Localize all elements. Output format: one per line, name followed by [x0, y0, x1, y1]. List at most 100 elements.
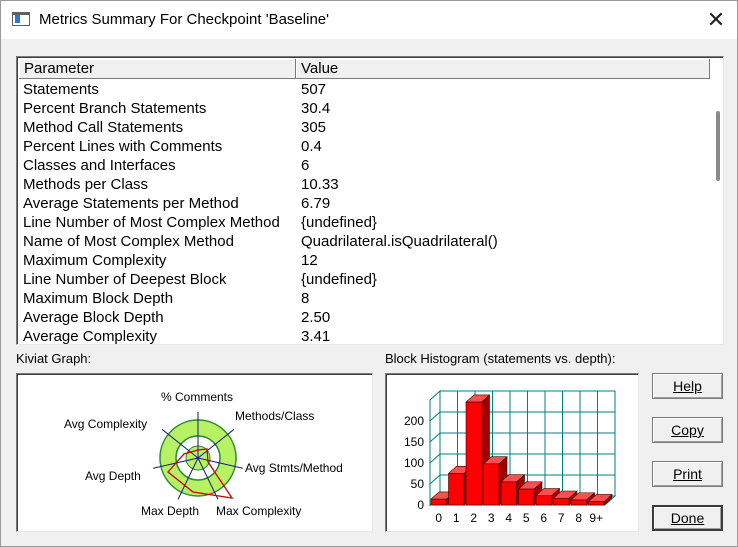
table-row[interactable]: Classes and Interfaces 6: [19, 156, 709, 175]
parameter-cell: Classes and Interfaces: [23, 157, 176, 174]
kiviat-axis-max-complexity: Max Complexity: [216, 504, 301, 518]
metrics-table[interactable]: Parameter Value Statements 507 Percent Bra…: [16, 56, 724, 345]
value-cell: 2.50: [301, 309, 331, 326]
histogram-xtick-label: 0: [435, 511, 442, 525]
histogram-ytick-label: 150: [404, 435, 424, 449]
column-header-parameter[interactable]: Parameter: [19, 59, 296, 79]
column-header-value[interactable]: Value: [296, 59, 710, 79]
table-row[interactable]: Maximum Block Depth 8: [19, 289, 709, 308]
table-row[interactable]: Line Number of Most Complex Method {undef…: [19, 213, 709, 232]
table-row[interactable]: Average Block Depth 2.50: [19, 308, 709, 327]
parameter-cell: Average Statements per Method: [23, 195, 239, 212]
histogram-panel: 0 50 100 150 200 0 1 2 3 4 5 6 7 8 9+: [385, 373, 639, 532]
kiviat-axis-max-depth: Max Depth: [141, 504, 199, 518]
value-cell: {undefined}: [301, 271, 377, 288]
kiviat-axis-avg-stmts: Avg Stmts/Method: [245, 461, 343, 475]
parameter-cell: Methods per Class: [23, 176, 149, 193]
parameter-cell: Maximum Block Depth: [23, 290, 174, 307]
done-button-label: Done: [670, 510, 705, 526]
histogram-ytick-label: 50: [411, 477, 425, 491]
histogram-xtick-label: 4: [505, 511, 512, 525]
parameter-cell: Line Number of Most Complex Method: [23, 214, 280, 231]
parameter-cell: Name of Most Complex Method: [23, 233, 234, 250]
histogram-xtick-label: 1: [453, 511, 460, 525]
histogram-xtick-label: 6: [540, 511, 547, 525]
histogram-xtick-label: 5: [523, 511, 530, 525]
table-header: Parameter Value: [19, 59, 710, 79]
histogram-ytick-label: 200: [404, 414, 424, 428]
histogram-bar: [553, 497, 570, 506]
parameter-cell: Average Block Depth: [23, 309, 164, 326]
histogram-bar: [500, 481, 517, 506]
histogram-bar: [448, 473, 465, 506]
histogram-bar: [535, 495, 552, 506]
kiviat-graph-panel: % Comments Methods/Class Avg Stmts/Metho…: [16, 373, 373, 532]
table-body: Statements 507 Percent Branch Statements 30…: [19, 80, 709, 345]
copy-button[interactable]: Copy: [652, 417, 723, 443]
value-cell: {undefined}: [301, 214, 377, 231]
value-cell: Quadrilateral.isQuadrilateral(): [301, 233, 498, 250]
value-cell: 6: [301, 157, 310, 174]
help-button-label: Help: [673, 378, 702, 394]
title-bar: Metrics Summary For Checkpoint 'Baseline…: [1, 1, 737, 39]
value-cell: 507: [301, 81, 327, 98]
parameter-cell: Percent Branch Statements: [23, 100, 207, 117]
value-cell: 3.41: [301, 328, 331, 345]
histogram-ytick-label: 0: [417, 498, 424, 512]
table-row[interactable]: Average Complexity 3.41: [19, 327, 709, 345]
parameter-cell: Line Number of Deepest Block: [23, 271, 227, 288]
close-icon: ✕: [706, 7, 726, 32]
histogram-bar: [430, 498, 447, 506]
close-button[interactable]: ✕: [701, 5, 731, 35]
table-row[interactable]: Method Call Statements 305: [19, 118, 709, 137]
histogram-bar: [483, 463, 500, 506]
window-title: Metrics Summary For Checkpoint 'Baseline…: [39, 11, 329, 28]
value-cell: 305: [301, 119, 327, 136]
value-cell: 6.79: [301, 195, 331, 212]
table-row[interactable]: Percent Lines with Comments 0.4: [19, 137, 709, 156]
block-histogram-chart: 0501001502000 1 2 3 4 5 6 7 8 9+: [404, 389, 617, 525]
value-cell: 8: [301, 290, 310, 307]
help-button[interactable]: Help: [652, 373, 723, 399]
histogram-xtick-label: 8: [575, 511, 582, 525]
value-cell: 10.33: [301, 176, 339, 193]
histogram-bar: [588, 501, 605, 506]
vertical-scrollbar[interactable]: [711, 79, 723, 344]
histogram-bar: [518, 488, 535, 506]
histogram-xtick-label: 7: [558, 511, 565, 525]
value-cell: 0.4: [301, 138, 322, 155]
print-button-label: Print: [673, 466, 702, 482]
print-button[interactable]: Print: [652, 461, 723, 487]
kiviat-graph-label: Kiviat Graph:: [16, 351, 92, 366]
histogram-bar: [570, 499, 587, 506]
parameter-cell: Percent Lines with Comments: [23, 138, 223, 155]
parameter-cell: Maximum Complexity: [23, 252, 167, 269]
table-row[interactable]: Methods per Class 10.33: [19, 175, 709, 194]
histogram-bar: [465, 401, 482, 506]
kiviat-axis-methods-per-class: Methods/Class: [235, 409, 314, 423]
kiviat-axis-avg-depth: Avg Depth: [85, 469, 141, 483]
histogram-xtick-label: 2: [470, 511, 477, 525]
histogram-xtick-label: 9+: [589, 511, 603, 525]
value-cell: 30.4: [301, 100, 331, 117]
kiviat-axis-avg-complexity: Avg Complexity: [64, 417, 147, 431]
table-row[interactable]: Statements 507: [19, 80, 709, 99]
table-row[interactable]: Line Number of Deepest Block {undefined}: [19, 270, 709, 289]
done-button[interactable]: Done: [652, 505, 723, 531]
table-row[interactable]: Average Statements per Method 6.79: [19, 194, 709, 213]
metrics-summary-window: Metrics Summary For Checkpoint 'Baseline…: [0, 0, 738, 547]
histogram-side-wall: [429, 389, 441, 507]
table-row[interactable]: Name of Most Complex Method Quadrilateral…: [19, 232, 709, 251]
parameter-cell: Average Complexity: [23, 328, 157, 345]
histogram-label: Block Histogram (statements vs. depth):: [385, 351, 616, 366]
app-window-icon: [12, 12, 30, 26]
kiviat-axis-comments: % Comments: [161, 390, 233, 404]
parameter-cell: Statements: [23, 81, 99, 98]
copy-button-label: Copy: [671, 422, 704, 438]
table-row[interactable]: Maximum Complexity 12: [19, 251, 709, 270]
kiviat-graph: % Comments Methods/Class Avg Stmts/Metho…: [64, 390, 343, 518]
table-row[interactable]: Percent Branch Statements 30.4: [19, 99, 709, 118]
scrollbar-thumb[interactable]: [716, 111, 720, 181]
parameter-cell: Method Call Statements: [23, 119, 184, 136]
histogram-xtick-label: 3: [488, 511, 495, 525]
